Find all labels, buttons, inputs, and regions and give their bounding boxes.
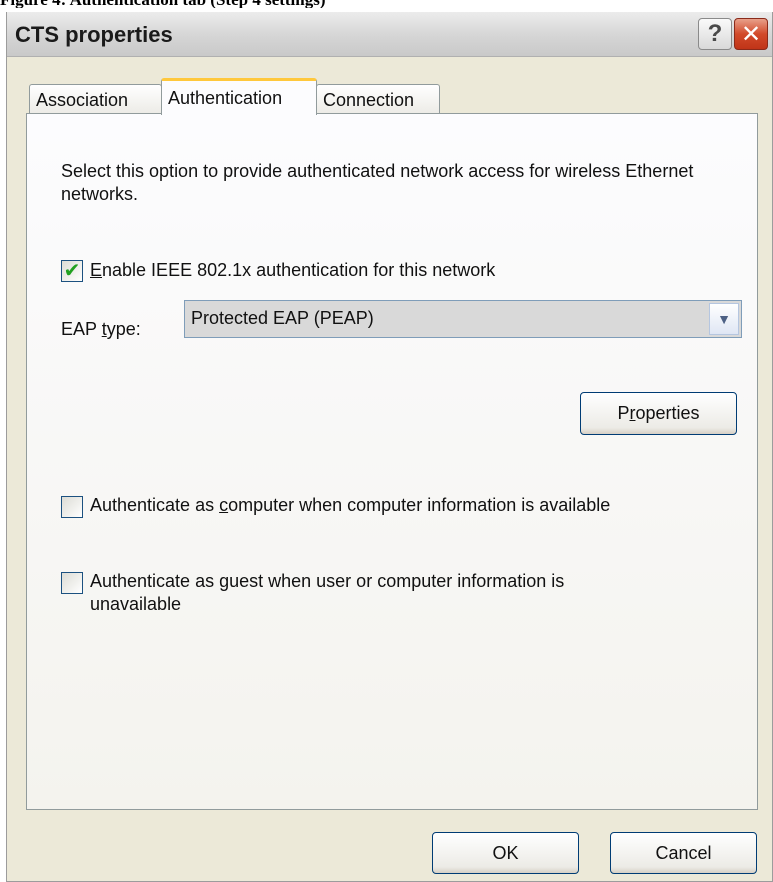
auth-as-guest-checkbox[interactable] (61, 572, 83, 594)
properties-suffix: operties (635, 403, 700, 423)
auth-as-guest-label[interactable]: Authenticate as guest when user or compu… (90, 570, 650, 616)
authentication-panel: Select this option to provide authentica… (26, 113, 758, 810)
help-button[interactable]: ? (698, 18, 732, 50)
computer-label-suffix: omputer when computer information is ava… (228, 495, 611, 515)
dropdown-arrow-button[interactable]: ▼ (709, 303, 739, 335)
ok-button[interactable]: OK (432, 832, 579, 874)
tab-connection[interactable]: Connection (316, 84, 440, 114)
checkmark-icon: ✔ (63, 260, 81, 282)
eap-type-label: EAP type: (61, 319, 141, 340)
properties-prefix: P (617, 403, 630, 423)
properties-button[interactable]: Pr operties (580, 392, 737, 435)
cancel-button[interactable]: Cancel (610, 832, 757, 874)
eap-type-value: Protected EAP (PEAP) (191, 308, 374, 328)
figure-caption: Figure 4: Authentication tab (Step 4 set… (0, 0, 773, 8)
enable-mnemonic: E (90, 260, 103, 280)
tab-association[interactable]: Association (29, 84, 162, 114)
question-mark-icon: ? (707, 20, 723, 47)
tab-authentication[interactable]: Authentication (161, 78, 317, 115)
guest-label-prefix: Authenticate as (90, 571, 220, 591)
computer-label-prefix: Authenticate as (90, 495, 220, 515)
auth-as-computer-checkbox[interactable] (61, 496, 83, 518)
eap-label-suffix: ype: (106, 319, 141, 339)
chevron-down-icon: ▼ (717, 311, 731, 327)
eap-type-select[interactable]: Protected EAP (PEAP) ▼ (184, 300, 742, 338)
dialog-title: CTS properties (15, 22, 173, 47)
eap-label-prefix: EAP (61, 319, 102, 339)
title-bar[interactable]: CTS properties ? ✕ (7, 12, 772, 57)
close-icon: ✕ (740, 20, 762, 48)
close-button[interactable]: ✕ (734, 18, 768, 50)
computer-label-mnemonic: c (219, 495, 229, 515)
enable-8021x-checkbox[interactable]: ✔ (61, 260, 83, 282)
enable-label-text: nable IEEE 802.1x authentication for thi… (102, 260, 496, 280)
properties-dialog: CTS properties ? ✕ Association Authentic… (6, 12, 773, 882)
description-text: Select this option to provide authentica… (61, 161, 694, 204)
auth-as-computer-label[interactable]: Authenticate as computer when computer i… (90, 494, 730, 517)
guest-label-mnemonic: g (219, 571, 230, 591)
enable-8021x-label[interactable]: Enable IEEE 802.1x authentication for th… (90, 259, 495, 282)
